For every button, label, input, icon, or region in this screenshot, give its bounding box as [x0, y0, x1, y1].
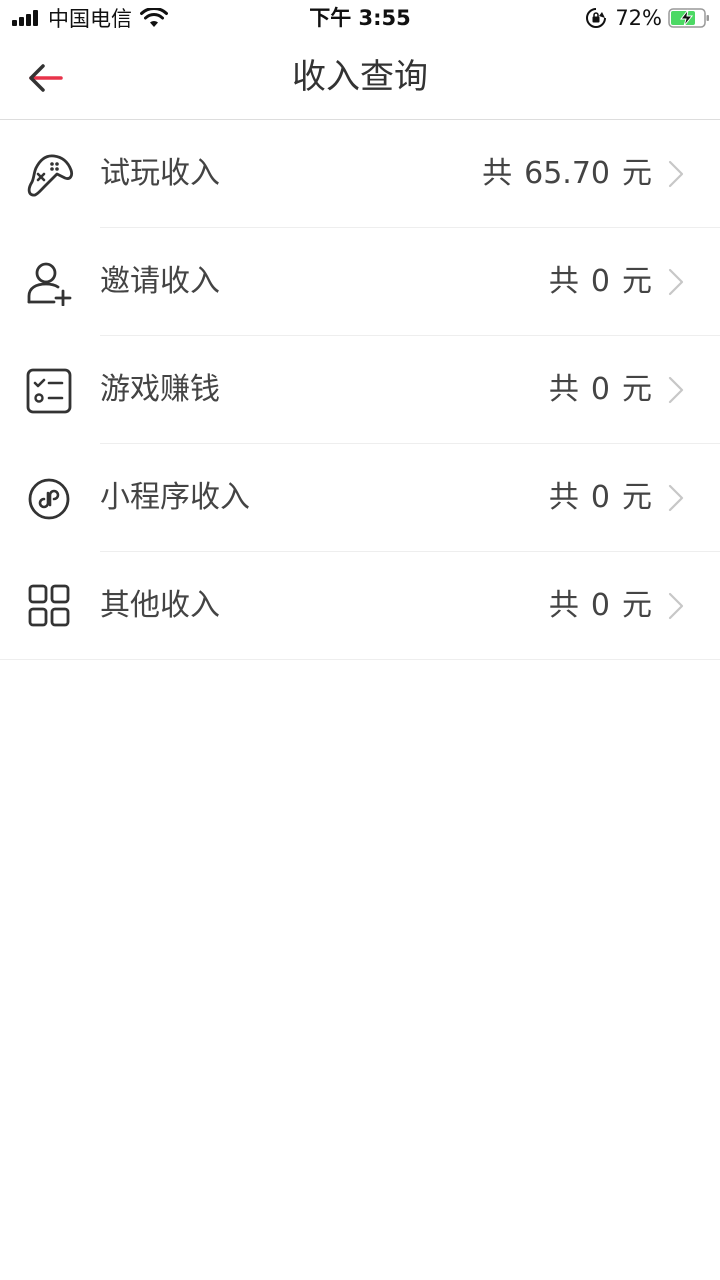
income-amount: 共0元 [548, 480, 652, 515]
income-list: 试玩收入 共 65.70 元 邀请收入 共0元 游戏赚钱 共 0 元 小程序收入… [0, 120, 720, 660]
orientation-lock-icon [586, 8, 607, 28]
checklist-icon [26, 368, 72, 414]
grid-icon [28, 584, 70, 627]
income-row-invite[interactable]: 邀请收入 共0元 [0, 228, 720, 336]
chevron-right-icon [668, 376, 684, 404]
mini-program-icon [28, 478, 70, 520]
status-bar: 中国电信 下午 3:55 72% [0, 0, 720, 36]
income-row-other[interactable]: 其他收入 共0元 [0, 552, 720, 660]
battery-charging-icon [668, 8, 709, 28]
income-label: 游戏赚钱 [100, 372, 220, 407]
income-label: 小程序收入 [100, 480, 250, 515]
income-row-mini-program[interactable]: 小程序收入 共0元 [0, 444, 720, 552]
page-title: 收入查询 [292, 57, 428, 97]
chevron-right-icon [668, 160, 684, 188]
income-label: 试玩收入 [100, 156, 220, 191]
income-amount: 共 65.70 元 [482, 156, 652, 191]
income-label: 其他收入 [100, 588, 220, 623]
chevron-right-icon [668, 592, 684, 620]
navigation-bar: 收入查询 [0, 36, 720, 120]
status-bar-right: 72% [585, 0, 710, 36]
chevron-right-icon [668, 268, 684, 296]
add-user-icon [27, 262, 72, 306]
row-divider [0, 659, 720, 660]
gamepad-icon [27, 154, 74, 197]
battery-percent: 72% [615, 6, 662, 30]
income-row-game[interactable]: 游戏赚钱 共0元 [0, 336, 720, 444]
income-row-trial[interactable]: 试玩收入 共 65.70 元 [0, 120, 720, 228]
income-amount: 共0元 [548, 588, 652, 623]
income-amount: 共0元 [548, 264, 652, 299]
chevron-right-icon [668, 484, 684, 512]
income-amount: 共0元 [548, 372, 652, 407]
income-label: 邀请收入 [100, 264, 220, 299]
